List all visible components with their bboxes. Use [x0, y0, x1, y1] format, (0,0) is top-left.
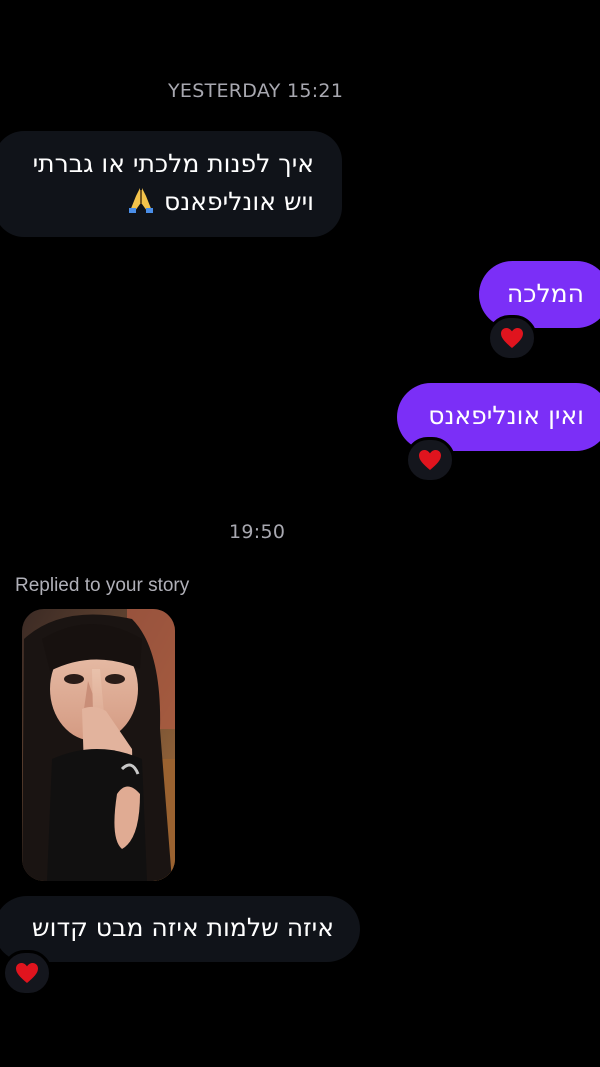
- message-incoming[interactable]: איך לפנות מלכתי או גברתי ויש אונליפאנס: [0, 131, 342, 237]
- red-heart-icon: [419, 450, 441, 470]
- message-line-with-emoji: ויש אונליפאנס: [14, 183, 314, 221]
- red-heart-icon: [501, 328, 523, 348]
- message-line: איך לפנות מלכתי או גברתי: [32, 149, 314, 178]
- story-image: [22, 609, 175, 881]
- message-reaction[interactable]: [405, 437, 455, 483]
- message-reaction[interactable]: [487, 315, 537, 361]
- message-incoming[interactable]: איזה שלמות איזה מבט קדוש: [0, 896, 360, 962]
- red-heart-icon: [16, 963, 38, 983]
- story-thumbnail[interactable]: [22, 609, 175, 881]
- message-reaction[interactable]: [2, 950, 52, 996]
- timestamp-time: 19:50: [229, 521, 286, 543]
- story-reply-label: Replied to your story: [15, 575, 190, 596]
- message-line-text: ויש אונליפאנס: [164, 187, 314, 216]
- folded-hands-icon: [126, 184, 156, 214]
- timestamp-yesterday: YESTERDAY 15:21: [168, 80, 344, 102]
